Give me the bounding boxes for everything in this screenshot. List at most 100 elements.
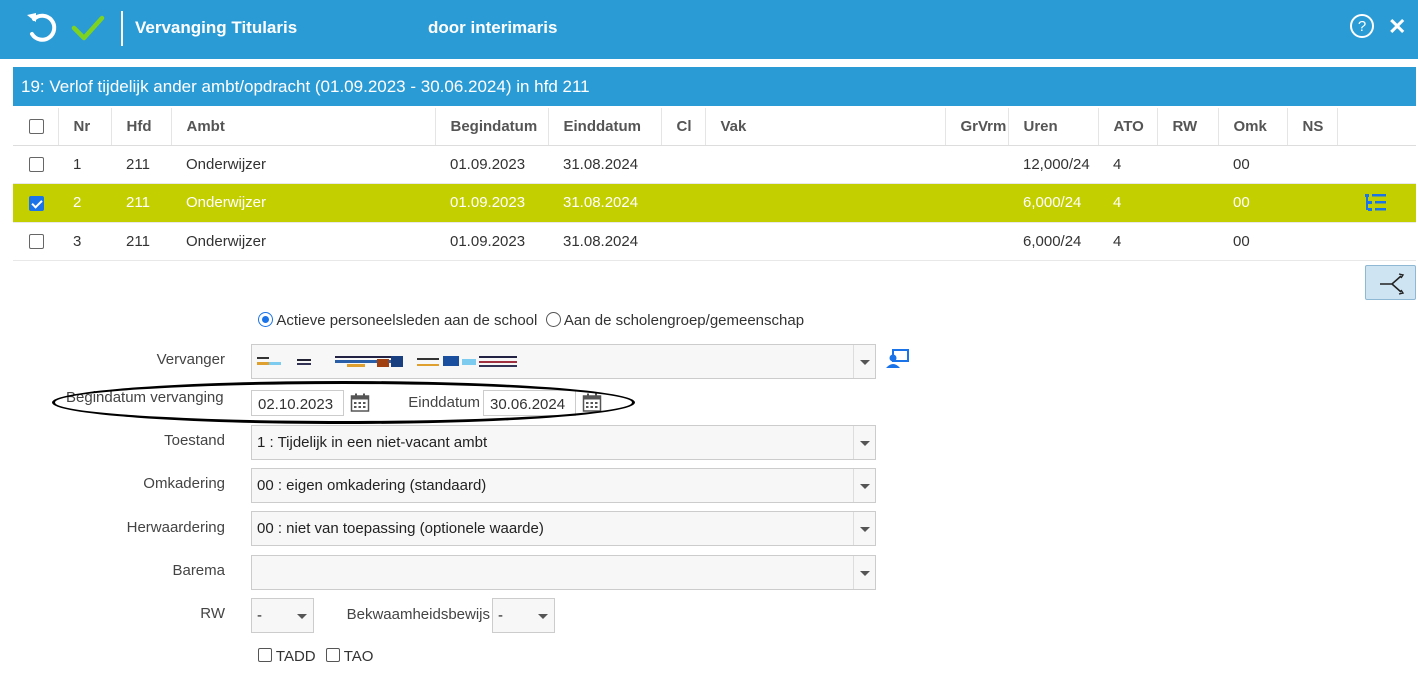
col-ato[interactable]: ATO (1098, 108, 1158, 146)
col-vak[interactable]: Vak (705, 108, 946, 146)
split-button[interactable] (1365, 265, 1416, 300)
calendar-icon[interactable] (350, 393, 370, 413)
herwaardering-select[interactable]: 00 : niet van toepassing (optionele waar… (251, 511, 876, 546)
cell-ato: 4 (1098, 222, 1157, 261)
cell-begindatum: 01.09.2023 (435, 145, 548, 184)
cell-uren: 6,000/24 (1008, 183, 1098, 223)
cell-ns (1287, 183, 1337, 223)
check-icon[interactable] (70, 10, 106, 46)
select-all-checkbox[interactable] (29, 119, 44, 135)
col-begindatum[interactable]: Begindatum (435, 108, 549, 146)
col-grvrm[interactable]: GrVrm (945, 108, 1009, 146)
cell-cl (661, 222, 705, 261)
cell-grvrm (945, 145, 1008, 184)
table-row-selected[interactable]: 2 211 Onderwijzer 01.09.2023 31.08.2024 … (13, 183, 1416, 223)
cell-einddatum: 31.08.2024 (548, 222, 661, 261)
chevron-down-icon[interactable] (853, 512, 875, 545)
vervanger-name-redacted (257, 356, 517, 367)
tao-checkbox[interactable] (325, 648, 340, 662)
bekwaamheidsbewijs-value: - (498, 607, 503, 624)
barema-select[interactable] (251, 555, 876, 590)
personnel-source-options: Actieve personeelsleden aan de school Aa… (258, 312, 804, 329)
omkadering-label: Omkadering (143, 475, 225, 492)
omkadering-value: 00 : eigen omkadering (standaard) (257, 477, 487, 494)
cell-hfd: 211 (111, 222, 171, 261)
begindatum-vervanging-input[interactable]: 02.10.2023 (251, 390, 344, 416)
col-nr[interactable]: Nr (58, 108, 112, 146)
chevron-down-icon[interactable] (532, 599, 554, 632)
calendar-icon[interactable] (582, 393, 602, 413)
window-subtitle: door interimaris (428, 18, 558, 37)
row-select-cell (13, 222, 58, 261)
cell-hfd: 211 (111, 145, 171, 184)
row-checkbox[interactable] (29, 157, 44, 173)
cell-rw (1157, 183, 1218, 223)
cell-actions (1337, 183, 1416, 223)
toestand-label: Toestand (164, 432, 225, 449)
radio-group-staff[interactable] (545, 312, 561, 327)
rw-value: - (257, 607, 262, 624)
header-separator (121, 11, 123, 46)
cell-actions (1337, 145, 1416, 184)
cell-hfd: 211 (111, 183, 171, 223)
cell-vak (705, 222, 945, 261)
row-select-cell (13, 145, 58, 184)
col-ns[interactable]: NS (1287, 108, 1338, 146)
table-row[interactable]: 1 211 Onderwijzer 01.09.2023 31.08.2024 … (13, 145, 1416, 184)
row-checkbox[interactable] (29, 195, 44, 211)
person-card-icon[interactable] (886, 348, 910, 370)
tadd-checkbox[interactable] (258, 648, 272, 662)
toestand-value: 1 : Tijdelijk in een niet-vacant ambt (257, 434, 488, 451)
cell-nr: 2 (58, 183, 111, 223)
detail-list-icon[interactable] (1364, 193, 1388, 213)
cell-vak (705, 145, 945, 184)
col-omk[interactable]: Omk (1218, 108, 1288, 146)
radio-active-staff[interactable] (258, 312, 273, 327)
toestand-select[interactable]: 1 : Tijdelijk in een niet-vacant ambt (251, 425, 876, 460)
chevron-down-icon[interactable] (853, 426, 875, 459)
cell-cl (661, 183, 705, 223)
cell-ambt: Onderwijzer (171, 183, 435, 223)
cell-rw (1157, 145, 1218, 184)
cell-grvrm (945, 183, 1008, 223)
col-hfd[interactable]: Hfd (111, 108, 172, 146)
row-checkbox[interactable] (29, 234, 44, 250)
vervanger-select[interactable] (251, 344, 876, 379)
tadd-label: TADD (275, 648, 316, 665)
window-title: Vervanging Titularis (135, 18, 298, 37)
chevron-down-icon[interactable] (853, 556, 875, 589)
row-select-cell (13, 183, 58, 223)
radio-active-staff-label: Actieve personeelsleden aan de school (276, 312, 538, 329)
cell-nr: 1 (58, 145, 111, 184)
col-actions (1337, 108, 1416, 146)
extra-options: TADD TAO (258, 648, 373, 665)
help-icon[interactable]: ? (1349, 13, 1375, 39)
einddatum-input[interactable]: 30.06.2024 (483, 390, 576, 416)
bekwaamheidsbewijs-select[interactable]: - (492, 598, 555, 633)
chevron-down-icon[interactable] (853, 469, 875, 502)
cell-einddatum: 31.08.2024 (548, 183, 661, 223)
chevron-down-icon[interactable] (291, 599, 313, 632)
cell-einddatum: 31.08.2024 (548, 145, 661, 184)
col-ambt[interactable]: Ambt (171, 108, 436, 146)
tao-label: TAO (343, 648, 374, 665)
cell-actions (1337, 222, 1416, 261)
cell-ambt: Onderwijzer (171, 145, 435, 184)
col-cl[interactable]: Cl (661, 108, 706, 146)
col-einddatum[interactable]: Einddatum (548, 108, 662, 146)
cell-grvrm (945, 222, 1008, 261)
cell-cl (661, 145, 705, 184)
col-rw[interactable]: RW (1157, 108, 1219, 146)
rw-select[interactable]: - (251, 598, 314, 633)
rw-label: RW (200, 605, 225, 622)
radio-group-staff-label: Aan de scholengroep/gemeenschap (563, 312, 805, 329)
omkadering-select[interactable]: 00 : eigen omkadering (standaard) (251, 468, 876, 503)
undo-icon[interactable] (24, 10, 60, 46)
cell-omk: 00 (1218, 183, 1287, 223)
col-uren[interactable]: Uren (1008, 108, 1099, 146)
chevron-down-icon[interactable] (853, 345, 875, 378)
close-icon[interactable]: ✕ (1388, 16, 1406, 38)
table-row[interactable]: 3 211 Onderwijzer 01.09.2023 31.08.2024 … (13, 222, 1416, 261)
assignments-table: Nr Hfd Ambt Begindatum Einddatum Cl Vak … (13, 108, 1416, 261)
cell-ato: 4 (1098, 183, 1157, 223)
